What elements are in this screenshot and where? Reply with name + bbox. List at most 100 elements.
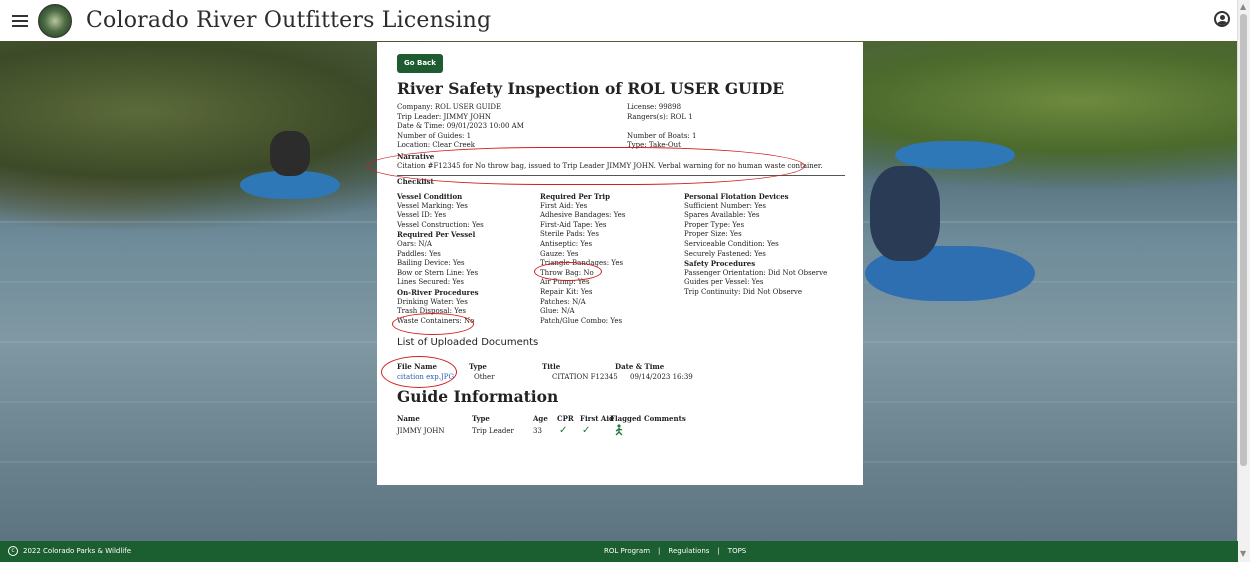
document-file-link[interactable]: citation exp.JPG: [397, 373, 454, 382]
copyright-text: 2022 Colorado Parks & Wildlife: [23, 547, 132, 555]
scrollbar-thumb[interactable]: [1240, 14, 1247, 466]
guide-col-age: Age: [533, 414, 548, 423]
checklist-item: Waste Containers: No: [397, 316, 475, 325]
checklist-column-1: Vessel Condition Vessel Marking: Yes Vesse…: [397, 192, 484, 326]
checklist-item: Triangle Bandages: Yes: [540, 259, 624, 268]
document-type: Other: [474, 373, 495, 381]
checklist-item: First-Aid Tape: Yes: [540, 220, 607, 229]
guide-info-heading: Guide Information: [397, 387, 559, 406]
guide-col-comments: Comments: [644, 414, 686, 423]
footer-links: ROL Program | Regulations | TOPS: [604, 547, 746, 555]
checklist-section-heading: On-River Procedures: [397, 287, 479, 297]
footer-link-tops[interactable]: TOPS: [728, 547, 746, 555]
checklist-item: Gauze: Yes: [540, 249, 579, 258]
checklist-item: Proper Type: Yes: [684, 220, 745, 229]
guide-col-flagged: Flagged: [610, 414, 642, 423]
checklist-column-2: Required Per Trip First Aid: Yes Adhesive …: [540, 192, 625, 326]
checklist-item: Bailing Device: Yes: [397, 259, 465, 268]
guide-col-cpr: CPR: [557, 414, 574, 423]
narrative-text: Citation #F12345 for No throw bag, issue…: [397, 162, 823, 170]
app-header: Colorado River Outfitters Licensing: [0, 0, 1238, 41]
checklist-item: Trash Disposal: Yes: [397, 307, 466, 316]
info-number-of-boats: Number of Boats: 1: [627, 131, 697, 140]
guide-col-first-aid: First Aid: [580, 414, 614, 423]
checklist-item: Spares Available: Yes: [684, 211, 760, 220]
flag-person-icon: [614, 424, 624, 438]
checklist-item: Throw Bag: No: [540, 268, 594, 277]
checklist-item: Oars: N/A: [397, 239, 432, 248]
guide-type: Trip Leader: [472, 427, 514, 435]
cpw-logo: [38, 3, 72, 38]
checklist-section-heading: Required Per Trip: [540, 192, 610, 201]
footer-link-rol-program[interactable]: ROL Program: [604, 547, 650, 555]
app-title: Colorado River Outfitters Licensing: [86, 8, 492, 33]
copyright-icon: c: [8, 546, 18, 556]
guide-col-name: Name: [397, 414, 420, 423]
footer: c 2022 Colorado Parks & Wildlife ROL Pro…: [0, 541, 1238, 562]
page-title: River Safety Inspection of ROL USER GUID…: [397, 79, 785, 98]
checklist-item: Patch/Glue Combo: Yes: [540, 316, 623, 325]
checklist-item: Trip Continuity: Did Not Observe: [684, 287, 803, 296]
page-scrollbar[interactable]: ▲ ▼: [1237, 0, 1250, 562]
inspection-info-left: Company: ROL USER GUIDE Trip Leader: JIM…: [397, 103, 524, 151]
checklist-item: Lines Secured: Yes: [397, 278, 465, 287]
footer-separator: |: [658, 547, 661, 555]
guide-age: 33: [533, 427, 542, 435]
checklist-item: First Aid: Yes: [540, 201, 588, 210]
doc-col-date-time: Date & Time: [615, 362, 665, 371]
cpr-check-icon: ✓: [559, 425, 568, 436]
go-back-button[interactable]: Go Back: [397, 54, 443, 74]
guide-col-type: Type: [472, 414, 490, 423]
checklist-item: Securely Fastened: Yes: [684, 249, 766, 258]
checklist-item: Guides per Vessel: Yes: [684, 278, 764, 287]
info-trip-leader: Trip Leader: JIMMY JOHN: [397, 112, 492, 121]
doc-col-title: Title: [542, 362, 561, 371]
inspection-info-right: License: 99898 Rangers(s): ROL 1 Number …: [627, 103, 696, 151]
checklist-item: Sterile Pads: Yes: [540, 230, 599, 239]
narrative-label: Narrative: [397, 152, 435, 161]
checklist-item: Repair Kit: Yes: [540, 287, 593, 296]
menu-icon[interactable]: [12, 12, 28, 30]
checklist-item: Bow or Stern Line: Yes: [397, 268, 479, 277]
checklist-item: Serviceable Condition: Yes: [684, 239, 779, 248]
checklist-label: Checklist: [397, 177, 434, 186]
footer-link-regulations[interactable]: Regulations: [668, 547, 709, 555]
info-type: Type: Take-Out: [627, 141, 681, 150]
checklist-item: Paddles: Yes: [397, 249, 441, 258]
checklist-item: Patches: N/A: [540, 297, 586, 306]
checklist-item: Glue: N/A: [540, 307, 575, 316]
document-title: CITATION F12345: [552, 373, 618, 381]
checklist-item: Vessel Marking: Yes: [397, 201, 468, 210]
footer-separator: |: [717, 547, 720, 555]
inspection-card: Go Back River Safety Inspection of ROL U…: [377, 42, 863, 485]
info-rangers: Rangers(s): ROL 1: [627, 112, 693, 121]
checklist-item: Adhesive Bandages: Yes: [540, 211, 626, 220]
checklist-section-heading: Required Per Vessel: [397, 230, 476, 240]
info-number-of-guides: Number of Guides: 1: [397, 131, 472, 140]
divider: [397, 175, 845, 176]
checklist-section-heading: Safety Procedures: [684, 259, 756, 269]
checklist-item: Air Pump: Yes: [540, 278, 590, 287]
doc-col-file-name: File Name: [397, 362, 437, 371]
info-location: Location: Clear Creek: [397, 141, 476, 150]
doc-col-type: Type: [469, 362, 487, 371]
checklist-item: Antiseptic: Yes: [540, 239, 593, 248]
checklist-item: Vessel Construction: Yes: [397, 220, 484, 229]
info-license: License: 99898: [627, 103, 682, 111]
checklist-item: Sufficient Number: Yes: [684, 201, 766, 210]
checklist-item: Passenger Orientation: Did Not Observe: [684, 268, 828, 277]
copyright: c 2022 Colorado Parks & Wildlife: [8, 546, 131, 556]
checklist-item: Drinking Water: Yes: [397, 297, 468, 306]
account-icon[interactable]: [1214, 11, 1230, 27]
checklist-section-heading: Personal Flotation Devices: [684, 192, 789, 201]
guide-name: JIMMY JOHN: [397, 427, 445, 435]
scroll-down-icon[interactable]: ▼: [1240, 549, 1246, 558]
documents-heading: List of Uploaded Documents: [397, 337, 539, 348]
info-company: Company: ROL USER GUIDE: [397, 103, 502, 111]
checklist-section-heading: Vessel Condition: [397, 192, 463, 201]
scroll-up-icon[interactable]: ▲: [1240, 2, 1246, 11]
info-date-time: Date & Time: 09/01/2023 10:00 AM: [397, 122, 524, 131]
document-date-time: 09/14/2023 16:39: [630, 373, 693, 381]
checklist-item: Vessel ID: Yes: [397, 211, 447, 220]
